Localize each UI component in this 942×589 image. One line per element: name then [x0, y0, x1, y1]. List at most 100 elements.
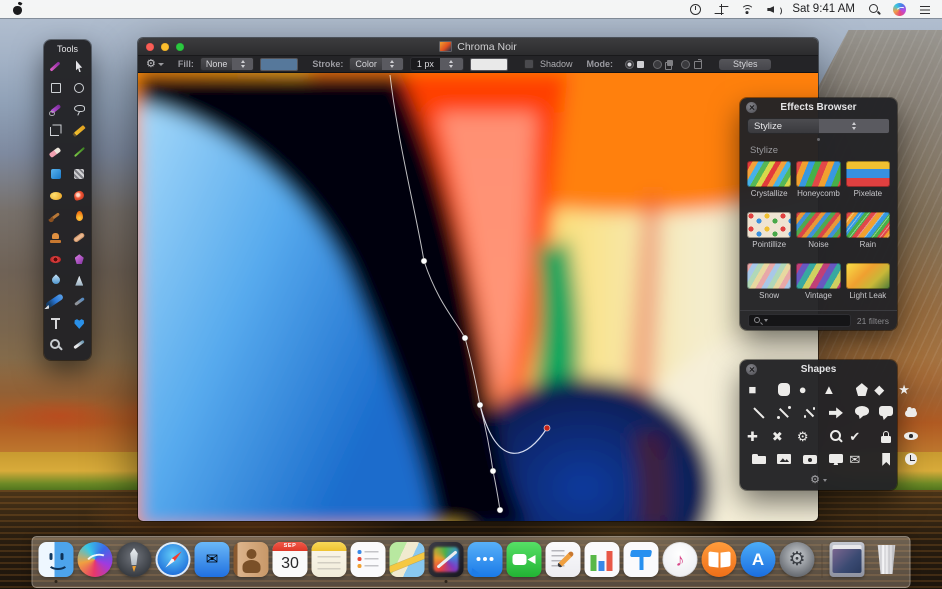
time-machine-icon[interactable] [688, 2, 702, 16]
tool-smudge-tool[interactable] [68, 184, 92, 205]
menu-bar-clock[interactable]: Sat 9:41 AM [792, 3, 855, 15]
mode-radio-subtract[interactable] [652, 59, 662, 69]
dock-item-numbers[interactable] [584, 542, 621, 582]
effect-filter-pointillize[interactable]: Pointillize [747, 212, 792, 259]
tool-warp-tool[interactable] [68, 206, 92, 227]
stroke-width-field[interactable]: 1 px [409, 57, 464, 71]
shape-speech-bubble-round[interactable] [849, 403, 874, 422]
tool-freeform-pen-tool[interactable] [68, 291, 92, 312]
tool-ellipse-select-tool[interactable] [68, 77, 92, 98]
fill-color-swatch[interactable] [260, 57, 299, 71]
dock-item-siri[interactable] [77, 542, 114, 582]
tool-rect-select-tool[interactable] [44, 77, 68, 98]
effect-filter-vintage[interactable]: Vintage [796, 263, 841, 310]
shape-star[interactable]: ★ [898, 380, 924, 399]
shape-speech-bubble-square[interactable] [874, 403, 898, 422]
shape-plus[interactable]: ✚ [747, 427, 772, 446]
dock-item-appstore[interactable]: A [740, 542, 777, 582]
stroke-width-stepper[interactable] [439, 58, 463, 70]
shape-cloud[interactable] [898, 403, 924, 422]
document-canvas[interactable] [138, 73, 818, 521]
stroke-stepper[interactable] [381, 58, 403, 70]
shape-picture[interactable] [772, 450, 797, 469]
shape-display[interactable] [822, 450, 849, 469]
spotlight-icon[interactable] [867, 2, 881, 16]
dock-item-finder[interactable] [38, 542, 75, 583]
desktop[interactable]: Sat 9:41 AM Tools Chroma Noir ⚙ Fill: No… [0, 0, 942, 589]
effect-filter-snow[interactable]: Snow [747, 263, 792, 310]
fill-select[interactable]: None [199, 57, 255, 71]
tool-brush-tool[interactable] [68, 142, 92, 163]
shape-triangle[interactable]: ▲ [822, 380, 849, 399]
dock-item-notes[interactable] [311, 542, 348, 582]
shape-arrow-line-small[interactable] [797, 403, 823, 422]
window-title-bar[interactable]: Chroma Noir [138, 38, 818, 55]
tool-eyedropper-tool[interactable] [68, 334, 92, 355]
dock-item-pages[interactable] [545, 542, 582, 582]
dock-item-keynote[interactable] [623, 542, 660, 582]
effect-filter-light-leak[interactable]: Light Leak [845, 263, 890, 310]
dock-item-reminders[interactable] [350, 542, 387, 582]
shape-arrow-line[interactable] [772, 403, 797, 422]
mode-radio-intersect[interactable] [680, 59, 690, 69]
shape-clock[interactable] [898, 450, 924, 469]
effect-filter-crystallize[interactable]: Crystallize [747, 161, 792, 208]
shape-lock[interactable] [874, 427, 898, 446]
dock-item-facetime[interactable] [506, 542, 543, 582]
wifi-icon[interactable] [740, 2, 755, 16]
tool-red-eye-tool[interactable] [44, 249, 68, 270]
shape-magnifier[interactable] [822, 427, 849, 446]
tool-magic-wand-tool[interactable] [44, 99, 68, 120]
tool-eraser-tool[interactable] [44, 142, 68, 163]
dock-item-trash[interactable] [868, 542, 905, 582]
fill-stepper[interactable] [232, 58, 254, 70]
tool-arrange-tool[interactable] [44, 56, 68, 77]
dock-item-itunes[interactable]: ♪ [662, 542, 699, 582]
effects-close-icon[interactable] [746, 102, 757, 113]
tool-pencil-tool[interactable] [68, 120, 92, 141]
shape-checkmark[interactable]: ✔ [849, 427, 874, 446]
tool-zoom-tool[interactable] [44, 334, 68, 355]
effect-filter-noise[interactable]: Noise [796, 212, 841, 259]
dock-item-contacts[interactable] [233, 542, 270, 582]
effect-filter-rain[interactable]: Rain [845, 212, 890, 259]
shape-rounded-square[interactable] [772, 380, 797, 399]
shape-folder[interactable] [747, 450, 772, 469]
tool-blur-tool[interactable] [44, 270, 68, 291]
tool-options-button[interactable]: ⚙ [146, 58, 164, 70]
tool-crop-tool[interactable] [44, 120, 68, 141]
stroke-color-swatch[interactable] [469, 57, 508, 71]
tool-lighten-tool[interactable] [68, 270, 92, 291]
notification-center-icon[interactable] [918, 2, 932, 16]
shape-line[interactable] [747, 403, 772, 422]
tool-fill-tool[interactable] [44, 163, 68, 184]
tool-clone-stamp-tool[interactable] [44, 227, 68, 248]
document-proxy-icon[interactable] [439, 41, 453, 52]
dock-item-ibooks[interactable] [701, 542, 738, 582]
shape-arrow-right[interactable] [822, 403, 849, 422]
shape-eye[interactable] [898, 427, 924, 446]
shadow-checkbox[interactable] [523, 59, 534, 69]
tool-move-tool[interactable] [68, 56, 92, 77]
styles-button[interactable]: Styles [718, 58, 772, 70]
shape-diamond[interactable]: ◆ [874, 380, 898, 399]
shapes-settings-button[interactable]: ⚙ [740, 471, 897, 490]
mode-radio-add[interactable] [624, 59, 634, 69]
bluetooth-icon[interactable] [714, 2, 728, 16]
shape-envelope[interactable]: ✉ [849, 450, 874, 469]
dock-item-messages[interactable] [467, 542, 504, 582]
dock-item-divider[interactable] [818, 542, 827, 582]
shape-circle[interactable]: ● [797, 380, 823, 399]
stroke-select[interactable]: Color [349, 57, 404, 71]
shape-gear[interactable]: ⚙ [797, 427, 823, 446]
shape-square[interactable]: ■ [747, 380, 772, 399]
dock-item-pixelmator[interactable] [428, 542, 465, 583]
tool-sponge-tool[interactable] [68, 163, 92, 184]
tool-sharpen-tool[interactable] [68, 249, 92, 270]
shape-pentagon[interactable] [849, 380, 874, 399]
dock-item-system-preferences[interactable]: ⚙ [779, 542, 816, 582]
tool-gradient-tool[interactable] [44, 184, 68, 205]
effect-filter-pixelate[interactable]: Pixelate [845, 161, 890, 208]
volume-icon[interactable] [766, 2, 783, 16]
close-window-button[interactable] [146, 42, 154, 51]
